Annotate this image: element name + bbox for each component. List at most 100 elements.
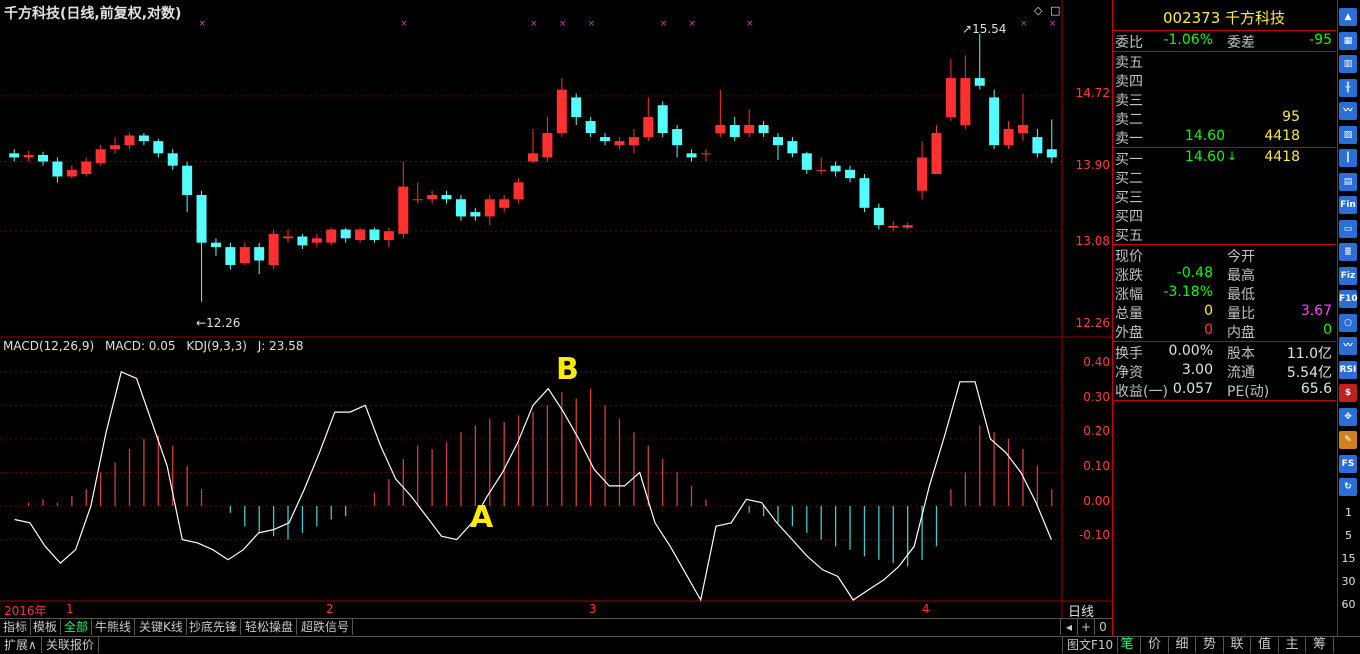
tab-easy-trade[interactable]: 轻松操盘 [242,619,298,635]
dollar-icon[interactable]: $ [1339,384,1357,402]
f10-icon[interactable]: F10 [1339,290,1358,308]
tab-indicator[interactable]: 指标 [0,619,32,635]
candle[interactable] [686,149,697,162]
candle[interactable] [542,117,553,162]
candle[interactable] [1032,129,1043,158]
candle[interactable] [182,161,193,213]
candle[interactable] [153,138,164,158]
candle[interactable] [571,93,582,126]
quote-tab[interactable]: 笔 [1114,637,1141,653]
move-icon[interactable]: ✥ [1339,407,1357,426]
candle[interactable] [383,227,394,248]
candle[interactable] [1003,121,1014,150]
candle[interactable] [297,233,308,249]
candle[interactable] [398,161,409,239]
candle[interactable] [628,129,639,154]
candle[interactable] [254,242,265,275]
candle[interactable] [672,125,683,158]
candle[interactable] [412,182,423,204]
candle[interactable] [917,141,928,200]
candle[interactable] [210,238,221,257]
candle[interactable] [95,145,106,166]
buy-row[interactable]: 买三 [1115,187,1335,206]
candle[interactable] [528,129,538,164]
candle[interactable] [167,149,178,170]
candle[interactable] [268,229,279,270]
sell-row[interactable]: 卖一 14.60 4418 [1115,128,1335,147]
candle[interactable] [1046,119,1057,164]
sell-row[interactable]: 卖三 [1115,90,1335,109]
candle[interactable] [787,137,798,158]
tab-all[interactable]: 全部 [61,619,93,635]
scroll-left-button[interactable]: ◂ [1060,619,1077,635]
tab-f10[interactable]: 图文F10 [1062,637,1119,653]
candle[interactable] [801,151,812,174]
period-button[interactable]: 15 [1337,552,1360,565]
tab-oversold[interactable]: 超跌信号 [298,619,354,635]
candle[interactable] [355,227,366,243]
candle[interactable] [138,133,149,146]
candle[interactable] [830,161,841,177]
candle[interactable] [902,222,913,230]
candle[interactable] [1017,93,1028,142]
candle[interactable] [513,178,524,204]
zoom-in-button[interactable]: + [1077,619,1094,635]
buy-row[interactable]: 买一 14.60 ↓ 4418 [1115,149,1335,168]
candle[interactable] [239,242,250,266]
candle[interactable] [989,89,1000,150]
candle[interactable] [643,97,654,142]
buy-row[interactable]: 买四 [1115,206,1335,225]
candle[interactable] [311,233,322,248]
candle[interactable] [9,149,20,162]
rsi-icon[interactable]: RSI [1339,360,1357,379]
period-button[interactable]: 60 [1337,598,1360,611]
arrow-up-icon[interactable]: ▲ [1339,8,1357,26]
candle[interactable] [700,149,711,162]
candle[interactable] [110,137,121,154]
diamond-icon[interactable]: ◇ [1034,4,1042,17]
bars-icon[interactable]: ▤ [1339,172,1357,191]
tab-bottom-pioneer[interactable]: 抄底先锋 [186,619,242,635]
quote-tab[interactable]: 势 [1197,637,1224,653]
sell-row[interactable]: 卖二 95 [1115,109,1335,128]
candle[interactable] [23,150,34,162]
candle[interactable] [441,190,452,204]
candle[interactable] [931,125,942,174]
reset-button[interactable]: 0 [1094,619,1111,635]
tab-related-quotes[interactable]: 关联报价 [42,637,100,653]
candle[interactable] [326,227,337,246]
candle[interactable] [369,227,380,243]
square-icon[interactable]: □ [1050,4,1060,17]
candle[interactable] [585,117,596,138]
candle[interactable] [455,195,466,221]
candle[interactable] [772,133,783,160]
fiz-icon[interactable]: Fiz [1339,266,1357,285]
candle[interactable] [600,133,611,146]
candle[interactable] [38,151,49,166]
candle[interactable] [556,78,567,138]
candle[interactable] [744,109,755,138]
trend-icon[interactable]: 〰 [1339,102,1357,120]
fin-icon[interactable]: Fin [1339,196,1357,214]
candle[interactable] [960,55,971,130]
quote-tab[interactable]: 联 [1224,637,1251,653]
candle[interactable] [729,117,740,142]
tab-key-kline[interactable]: 关键K线 [136,619,187,635]
sell-row[interactable]: 卖五 [1115,52,1335,71]
fs-icon[interactable]: FS [1339,454,1357,473]
list-icon[interactable]: ≣ [1339,243,1357,261]
candle[interactable] [427,190,438,204]
candle[interactable] [66,165,77,179]
wave-icon[interactable]: 〰 [1339,337,1357,355]
candle[interactable] [974,33,985,90]
quote-tab[interactable]: 细 [1169,637,1196,653]
sell-row[interactable]: 卖四 [1115,71,1335,90]
vline-icon[interactable]: ┃ [1339,149,1357,167]
candle[interactable] [484,195,495,226]
tab-expand[interactable]: 扩展∧ [0,637,42,653]
chart-icon[interactable]: ▨ [1339,125,1357,144]
candle[interactable] [758,121,769,138]
candle[interactable] [657,101,668,138]
period-button[interactable]: 30 [1337,575,1360,588]
table-icon[interactable]: ▦ [1339,31,1357,50]
